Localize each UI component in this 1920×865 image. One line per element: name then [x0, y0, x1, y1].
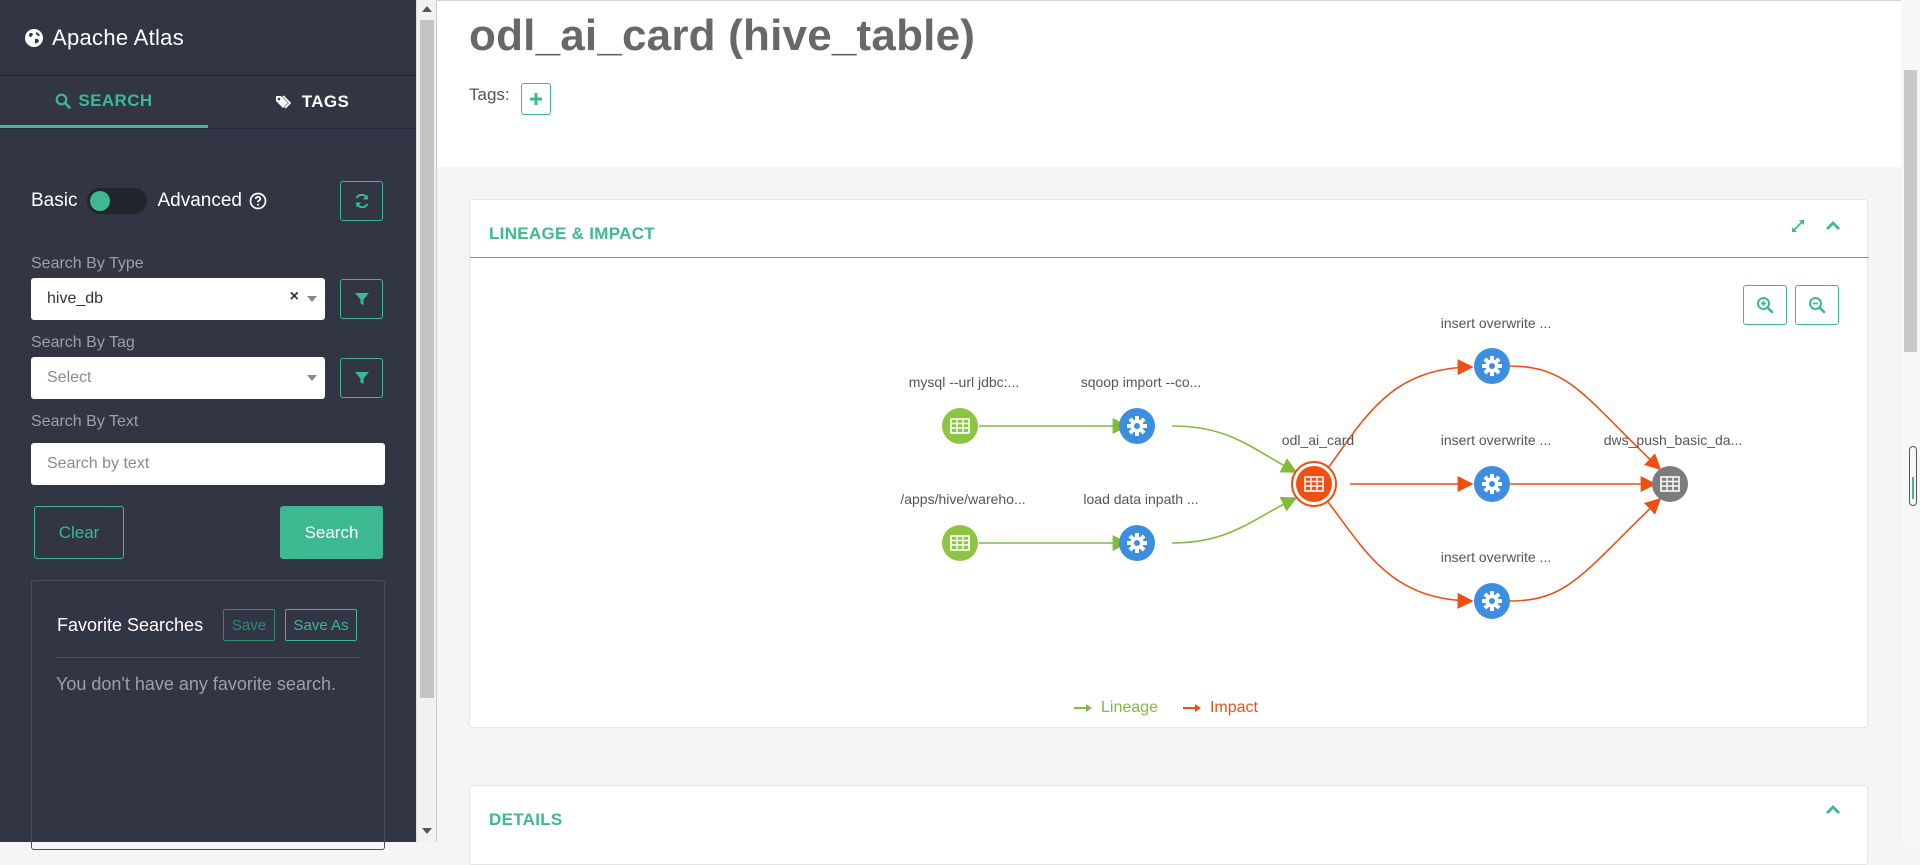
sidebar-scrollbar[interactable] [416, 0, 436, 842]
node-center[interactable] [1291, 461, 1337, 507]
app-title: Apache Atlas [52, 25, 185, 50]
refresh-icon [355, 193, 368, 209]
filter-icon [354, 372, 369, 384]
toggle-knob [90, 191, 111, 211]
favorites-empty-message: You don't have any favorite search. [56, 674, 336, 694]
globe-icon [25, 29, 43, 47]
lineage-impact-panel: LINEAGE & IMPACT mysql --url jdbc:... sq… [469, 199, 1869, 728]
app-brand[interactable]: Apache Atlas [24, 22, 184, 54]
lineage-graph[interactable]: mysql --url jdbc:... sqoop import --co..… [470, 258, 1869, 728]
tag-select-placeholder: Select [47, 369, 92, 386]
main-scroll-thumb[interactable] [1904, 70, 1917, 352]
refresh-button[interactable] [340, 181, 383, 221]
search-by-text-label: Search By Text [31, 413, 139, 430]
search-by-tag-label: Search By Tag [31, 334, 135, 351]
details-panel-title: DETAILS [489, 810, 563, 829]
sidebar: Apache Atlas SEARCH TAGS Basic Advanced [0, 0, 416, 850]
details-panel: DETAILS [469, 785, 1868, 865]
favorite-searches-panel: Favorite Searches Save Save As You don't… [31, 580, 385, 850]
scroll-up-arrow[interactable] [422, 6, 432, 12]
tab-search[interactable]: SEARCH [0, 76, 208, 128]
lineage-panel-title: LINEAGE & IMPACT [489, 224, 655, 243]
search-by-type-label: Search By Type [31, 255, 144, 272]
save-favorite-button[interactable]: Save [223, 609, 275, 641]
collapse-details-button[interactable] [1821, 798, 1845, 822]
type-select[interactable]: hive_db × [31, 278, 325, 320]
page-title: odl_ai_card (hive_table) [469, 11, 976, 60]
divider [0, 128, 416, 129]
chevron-down-icon [307, 375, 317, 381]
question-circle-icon[interactable] [249, 192, 267, 210]
clear-button[interactable]: Clear [34, 506, 124, 559]
tags-label: Tags: [469, 85, 510, 104]
node-target[interactable] [1652, 466, 1688, 502]
search-text-placeholder: Search by text [47, 455, 150, 472]
tab-tags-label: TAGS [301, 92, 350, 111]
divider [56, 657, 360, 658]
search-mode-toggle[interactable] [87, 188, 148, 214]
scroll-indicator [1909, 446, 1917, 506]
edge-proc1-center [1171, 425, 1298, 473]
node-label-proc1: sqoop import --co... [1081, 374, 1202, 390]
legend-lineage-label: Lineage [1101, 699, 1158, 716]
scroll-down-arrow[interactable] [422, 828, 432, 834]
scroll-indicator-fill [1912, 477, 1914, 499]
node-ins2[interactable] [1474, 466, 1510, 502]
type-filter-button[interactable] [340, 279, 383, 319]
save-as-favorite-button[interactable]: Save As [285, 609, 357, 641]
tab-search-label: SEARCH [78, 90, 153, 110]
legend-lineage: Lineage [1073, 699, 1166, 717]
tags-icon [275, 95, 291, 109]
fullscreen-button[interactable] [1786, 214, 1810, 238]
node-proc1[interactable] [1119, 408, 1155, 444]
node-label-ins1: insert overwrite ... [1441, 315, 1551, 331]
node-ins3[interactable] [1474, 583, 1510, 619]
filter-icon [354, 293, 369, 305]
search-icon [56, 93, 72, 109]
collapse-lineage-button[interactable] [1821, 214, 1845, 238]
tag-filter-button[interactable] [340, 358, 383, 398]
search-text-input[interactable]: Search by text [31, 443, 385, 485]
chevron-up-icon [1826, 221, 1840, 230]
plus-icon [530, 93, 542, 105]
node-label-center: odl_ai_card [1282, 432, 1354, 448]
node-label-ins2: insert overwrite ... [1441, 432, 1551, 448]
search-mode-row: Basic Advanced [31, 184, 267, 218]
arrow-right-icon [1182, 704, 1201, 712]
legend-impact: Impact [1182, 699, 1266, 717]
tag-select[interactable]: Select [31, 357, 325, 399]
graph-legend: Lineage Impact [470, 699, 1869, 717]
basic-label: Basic [31, 190, 78, 211]
node-label-proc2: load data inpath ... [1083, 491, 1198, 507]
node-label-src2: /apps/hive/wareho... [900, 491, 1025, 507]
edge-center-ins1 [1327, 359, 1474, 469]
type-select-value: hive_db [47, 290, 104, 307]
favorite-searches-title: Favorite Searches [57, 615, 204, 635]
advanced-label: Advanced [157, 190, 242, 211]
sidebar-scroll-thumb[interactable] [420, 20, 434, 698]
node-proc2[interactable] [1119, 525, 1155, 561]
expand-icon [1792, 220, 1804, 232]
clear-selection-icon[interactable]: × [290, 288, 299, 306]
node-src2[interactable] [942, 525, 978, 561]
node-label-src1: mysql --url jdbc:... [909, 374, 1019, 390]
edge-ins1-target [1509, 365, 1662, 471]
search-button[interactable]: Search [280, 506, 383, 559]
arrow-right-icon [1074, 704, 1093, 712]
main-scrollbar[interactable] [1901, 0, 1920, 842]
node-src1[interactable] [942, 408, 978, 444]
tab-tags[interactable]: TAGS [208, 76, 416, 128]
node-label-ins3: insert overwrite ... [1441, 549, 1551, 565]
chevron-up-icon [1826, 805, 1840, 814]
node-ins1[interactable] [1474, 348, 1510, 384]
add-tag-button[interactable] [521, 83, 551, 115]
node-label-target: dws_push_basic_da... [1604, 432, 1743, 448]
legend-impact-label: Impact [1209, 699, 1258, 716]
entity-header: odl_ai_card (hive_table) Tags: [437, 0, 1901, 167]
chevron-down-icon [307, 296, 317, 302]
